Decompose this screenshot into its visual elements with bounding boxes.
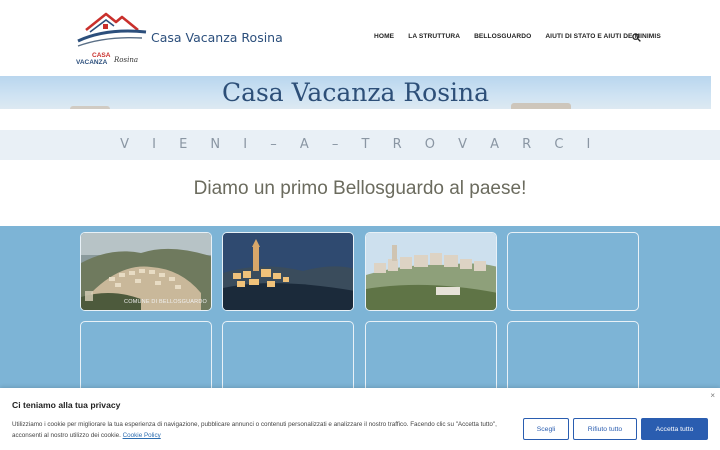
cookie-description: Utilizziamo i cookie per migliorare la t…: [12, 421, 497, 439]
cookie-title: Ci teniamo alla tua privacy: [12, 400, 121, 410]
tagline: V I E N I – A – T R O V A R C I: [120, 137, 600, 152]
cookie-policy-link[interactable]: Cookie Policy: [123, 432, 161, 439]
close-icon[interactable]: ×: [710, 391, 715, 400]
site-title[interactable]: Casa Vacanza Rosina: [151, 30, 283, 45]
svg-text:Rosina: Rosina: [113, 56, 138, 64]
daytime-town-photo: [366, 233, 496, 310]
tile-caption: COMUNE DI BELLOSGUARDO: [124, 299, 207, 305]
site-logo[interactable]: CASA VACANZA Rosina: [76, 8, 148, 66]
nav-la-struttura[interactable]: LA STRUTTURA: [408, 33, 460, 40]
nav-home[interactable]: HOME: [374, 33, 394, 40]
tagline-bar: V I E N I – A – T R O V A R C I: [0, 130, 720, 160]
banner-title: Casa Vacanza Rosina: [221, 78, 490, 107]
gallery-tile-1[interactable]: COMUNE DI BELLOSGUARDO: [80, 232, 212, 311]
site-header: CASA VACANZA Rosina Casa Vacanza Rosina …: [0, 0, 720, 76]
gallery-tile-4[interactable]: [507, 232, 639, 311]
accept-all-button[interactable]: Accetta tutto: [641, 418, 708, 440]
cookie-text: Utilizziamo i cookie per migliorare la t…: [12, 419, 512, 441]
section-heading: Diamo un primo Bellosguardo al paese!: [193, 178, 527, 199]
reject-all-button[interactable]: Rifiuto tutto: [573, 418, 637, 440]
nav-bellosguardo[interactable]: BELLOSGUARDO: [474, 33, 531, 40]
svg-text:CASA: CASA: [92, 52, 111, 59]
main-nav: HOME LA STRUTTURA BELLOSGUARDO AIUTI DI …: [374, 33, 661, 40]
gallery-tile-2[interactable]: [222, 232, 354, 311]
choose-button[interactable]: Scegli: [523, 418, 569, 440]
svg-text:VACANZA: VACANZA: [76, 59, 108, 66]
hero-banner: Casa Vacanza Rosina: [0, 76, 711, 109]
nav-aiuti-di-stato[interactable]: AIUTI DI STATO E AIUTI DE MINIMIS: [545, 33, 661, 40]
gallery-tile-3[interactable]: [365, 232, 497, 311]
search-icon[interactable]: [632, 33, 641, 42]
night-town-photo: [223, 233, 353, 310]
cookie-banner: × Ci teniamo alla tua privacy Utilizziam…: [0, 388, 720, 450]
